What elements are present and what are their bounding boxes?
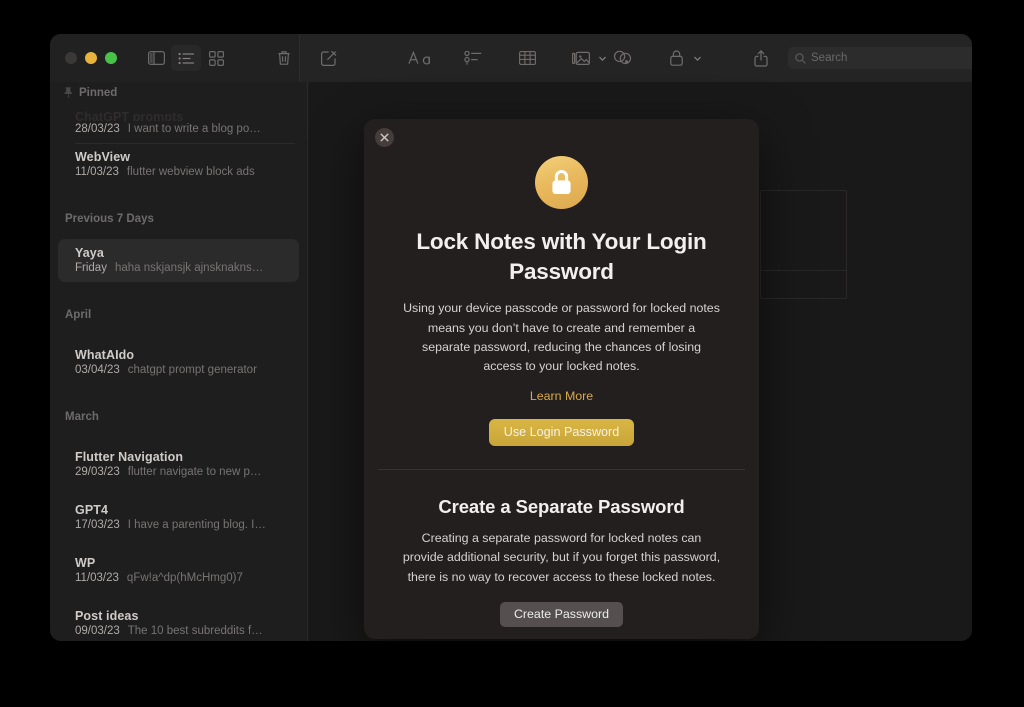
sidebar-group-header-previous-7-days: Previous 7 Days (50, 208, 307, 229)
note-date: 29/03/23 (75, 466, 120, 478)
sidebar-group-label: April (65, 308, 92, 321)
note-title: WebView (75, 150, 131, 164)
close-window-button[interactable] (65, 52, 77, 64)
sidebar-group-label: Previous 7 Days (65, 212, 154, 225)
note-list-item-wp[interactable]: WP 11/03/23 qFw!a^dp(hMcHmg0)7 (58, 549, 299, 592)
toolbar: Search (50, 34, 972, 82)
traffic-lights (65, 52, 117, 64)
note-list-item-webview[interactable]: WebView 11/03/23 flutter webview block a… (58, 143, 299, 186)
note-embedded-box (760, 190, 847, 299)
share-collaborate-icon[interactable] (607, 45, 637, 71)
maximize-window-button[interactable] (105, 52, 117, 64)
minimize-window-button[interactable] (85, 52, 97, 64)
dialog-body-text: Using your device passcode or password f… (403, 301, 720, 374)
note-separator (75, 143, 295, 144)
sidebar-group-header-pinned: Pinned (50, 82, 307, 103)
table-icon[interactable] (512, 45, 542, 71)
toolbar-right-section: Search (300, 34, 972, 82)
chevron-down-icon[interactable] (598, 54, 607, 63)
note-list-item-chatgpt-prompts[interactable]: ChatGPT prompts 28/03/23 I want to write… (58, 103, 299, 143)
sidebar-group-header-march: March (50, 406, 307, 427)
lock-icon (535, 156, 588, 209)
note-date: 03/04/23 (75, 364, 120, 376)
note-title: Post ideas (75, 609, 139, 623)
lock-note-icon[interactable] (661, 45, 691, 71)
create-password-button[interactable]: Create Password (499, 601, 624, 627)
note-date: 09/03/23 (75, 625, 120, 637)
note-meta: 29/03/23 flutter navigate to new p… (75, 466, 289, 478)
search-placeholder: Search (811, 52, 848, 64)
share-icon[interactable] (746, 45, 776, 71)
note-meta: 17/03/23 I have a parenting blog. I… (75, 519, 289, 531)
search-icon (795, 52, 806, 64)
list-view-icon[interactable] (171, 45, 201, 71)
dialog-primary-section: Lock Notes with Your Login Password Usin… (364, 119, 759, 447)
note-list-item-flutter-navigation[interactable]: Flutter Navigation 29/03/23 flutter navi… (58, 443, 299, 486)
note-title: WhatAIdo (75, 348, 135, 362)
note-list-item-post-ideas[interactable]: Post ideas 09/03/23 The 10 best subreddi… (58, 602, 299, 641)
note-date: 28/03/23 (75, 123, 120, 135)
media-icon[interactable] (566, 45, 596, 71)
notes-sidebar[interactable]: Pinned ChatGPT prompts 28/03/23 I want t… (50, 82, 308, 641)
note-snippet: haha nskjansjk ajnsknakns… (114, 262, 264, 274)
note-meta: 03/04/23 chatgpt prompt generator (75, 364, 289, 376)
note-list-item-gpt4[interactable]: GPT4 17/03/23 I have a parenting blog. I… (58, 496, 299, 539)
note-date: Friday (75, 262, 107, 274)
note-meta: 28/03/23 I want to write a blog po… (75, 123, 289, 135)
sidebar-group-header-april: April (50, 304, 307, 325)
note-snippet: qFw!a^dp(hMcHmg0)7 (126, 572, 243, 584)
note-title: GPT4 (75, 503, 109, 517)
note-snippet: I want to write a blog po… (127, 123, 261, 135)
lock-notes-dialog: Lock Notes with Your Login Password Usin… (364, 119, 759, 639)
learn-more-link[interactable]: Learn More (530, 389, 593, 403)
note-snippet: The 10 best subreddits f… (127, 625, 263, 637)
sidebar-group-label: Pinned (79, 86, 118, 99)
search-input[interactable]: Search (788, 47, 972, 69)
note-date: 17/03/23 (75, 519, 120, 531)
note-title: WP (75, 556, 96, 570)
create-separate-password-body: Creating a separate password for locked … (402, 531, 721, 584)
notes-app-window: Search Pinned ChatGPT prompts 28/03/23 I… (50, 34, 972, 641)
note-date: 11/03/23 (75, 166, 119, 178)
note-title: Yaya (75, 246, 104, 260)
use-login-password-button[interactable]: Use Login Password (488, 419, 635, 447)
chevron-down-icon-lock[interactable] (693, 54, 702, 63)
delete-note-icon[interactable] (269, 45, 299, 71)
dialog-close-button[interactable] (375, 128, 394, 147)
note-snippet: I have a parenting blog. I… (127, 519, 266, 531)
note-embedded-box-divider (761, 270, 846, 271)
create-separate-password-title: Create a Separate Password (438, 496, 685, 518)
dialog-title: Lock Notes with Your Login Password (416, 229, 707, 284)
note-title: Flutter Navigation (75, 450, 184, 464)
sidebar-group-label: March (65, 410, 99, 423)
sidebar-toggle-icon[interactable] (141, 45, 171, 71)
checklist-icon[interactable] (458, 45, 488, 71)
note-date: 11/03/23 (75, 572, 119, 584)
note-title: ChatGPT prompts (75, 110, 184, 121)
compose-note-icon[interactable] (314, 45, 344, 71)
note-snippet: chatgpt prompt generator (127, 364, 257, 376)
toolbar-left-section (50, 34, 300, 82)
note-meta: 11/03/23 qFw!a^dp(hMcHmg0)7 (75, 572, 289, 584)
pin-icon (64, 87, 73, 98)
note-meta: 09/03/23 The 10 best subreddits f… (75, 625, 289, 637)
dialog-secondary-section: Create a Separate Password Creating a se… (364, 470, 759, 627)
note-list-item-whataido[interactable]: WhatAIdo 03/04/23 chatgpt prompt generat… (58, 341, 299, 384)
note-meta: 11/03/23 flutter webview block ads (75, 166, 289, 178)
format-text-icon[interactable] (404, 45, 434, 71)
note-meta: Friday haha nskjansjk ajnsknakns… (75, 262, 289, 274)
note-snippet: flutter navigate to new p… (127, 466, 262, 478)
gallery-view-icon[interactable] (201, 45, 231, 71)
note-list-item-yaya[interactable]: Yaya Friday haha nskjansjk ajnsknakns… (58, 239, 299, 282)
note-snippet: flutter webview block ads (126, 166, 255, 178)
